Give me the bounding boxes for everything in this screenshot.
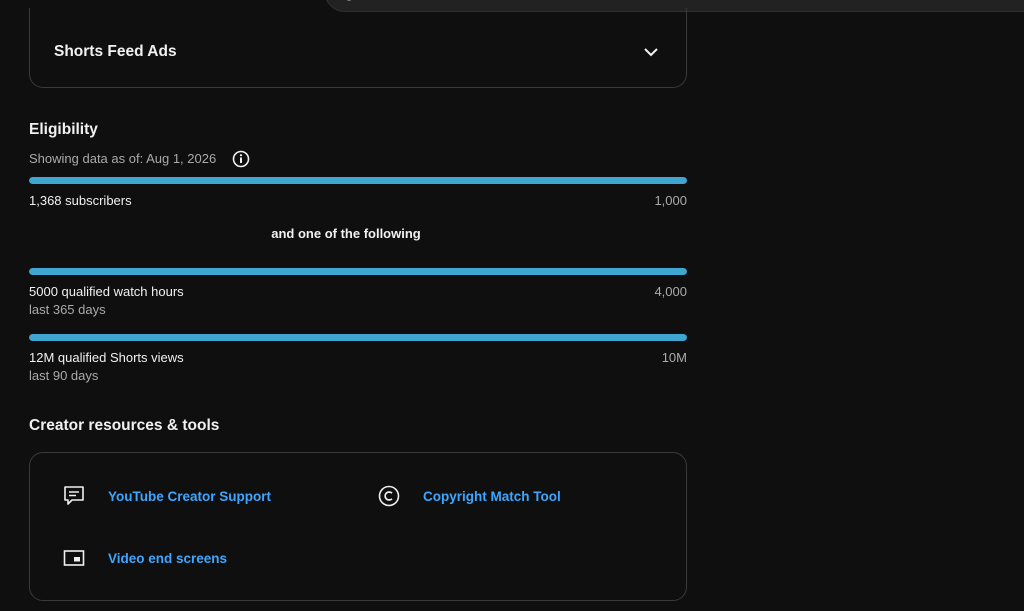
feedback-icon: [64, 486, 84, 505]
chevron-down-icon[interactable]: [642, 45, 660, 59]
subscribers-progress-fill: [29, 177, 687, 184]
shorts-views-progress-bar: [29, 334, 687, 341]
shorts-views-period: last 90 days: [29, 368, 99, 383]
search-icon: [346, 0, 352, 1]
shorts-views-count: 12M qualified Shorts views: [29, 350, 184, 365]
watch-hours-count: 5000 qualified watch hours: [29, 284, 184, 299]
one-of-following-text: and one of the following: [271, 226, 421, 241]
creator-tools-card: YouTube Creator Support Copyright Match …: [29, 452, 687, 601]
end-screen-icon: [63, 550, 85, 566]
subscribers-progress-bar: [29, 177, 687, 184]
creator-support-label[interactable]: YouTube Creator Support: [108, 489, 271, 504]
shorts-feed-ads-title: Shorts Feed Ads: [54, 43, 177, 60]
watch-hours-progress-bar: [29, 268, 687, 275]
end-screens-label[interactable]: Video end screens: [108, 551, 227, 566]
shorts-views-progress-fill: [29, 334, 687, 341]
eligibility-heading: Eligibility: [29, 121, 98, 138]
creator-support-link[interactable]: YouTube Creator Support: [62, 484, 271, 508]
watch-hours-progress-fill: [29, 268, 687, 275]
data-as-of-text: Showing data as of: Aug 1, 2026: [29, 151, 217, 166]
monetization-page: Shorts Feed Ads Eligibility Showing data…: [0, 0, 1024, 611]
info-icon[interactable]: [232, 150, 250, 168]
creator-resources-heading: Creator resources & tools: [29, 417, 220, 434]
copyright-match-label[interactable]: Copyright Match Tool: [423, 489, 561, 504]
shorts-views-target: 10M: [661, 350, 687, 365]
watch-hours-target: 4,000: [654, 284, 687, 299]
subscribers-count: 1,368 subscribers: [29, 193, 132, 208]
watch-hours-period: last 365 days: [29, 302, 106, 317]
copyright-match-link[interactable]: Copyright Match Tool: [377, 484, 561, 508]
subscribers-target: 1,000: [654, 193, 687, 208]
shorts-feed-ads-card[interactable]: Shorts Feed Ads: [29, 8, 687, 88]
copyright-icon: [378, 485, 400, 507]
end-screens-link[interactable]: Video end screens: [62, 546, 227, 570]
